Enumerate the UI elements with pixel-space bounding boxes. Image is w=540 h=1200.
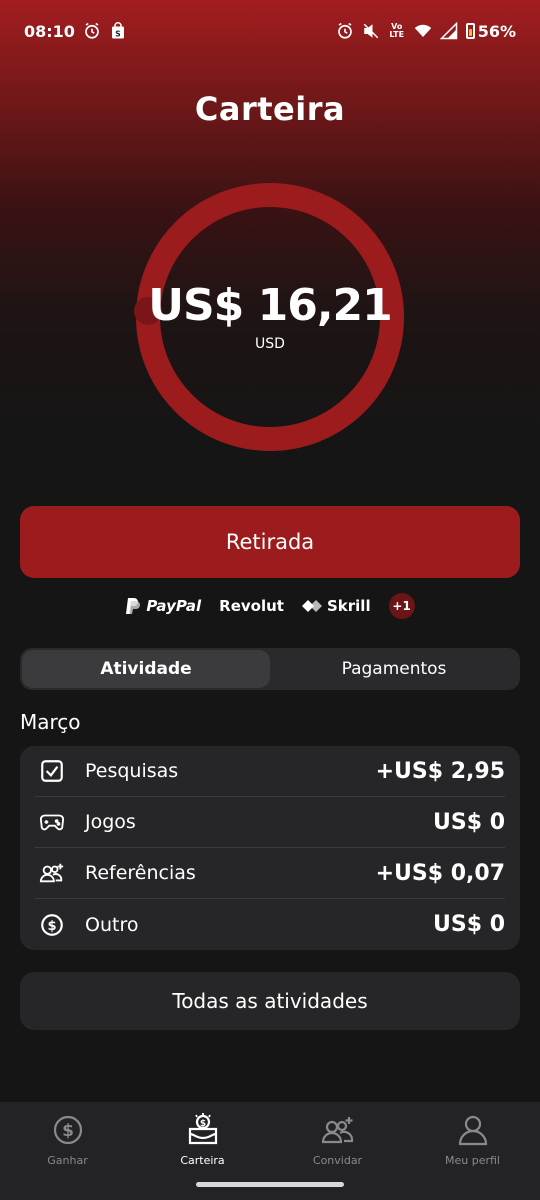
nav-earn[interactable]: $ Ganhar bbox=[0, 1102, 135, 1200]
battery-percent: 56% bbox=[477, 21, 516, 41]
provider-paypal: PayPal bbox=[125, 597, 201, 615]
balance-amount: US$ 16,21 bbox=[148, 280, 393, 331]
activity-list: Pesquisas +US$ 2,95 Jogos US$ 0 Referênc… bbox=[20, 746, 520, 950]
activity-value: +US$ 2,95 bbox=[375, 758, 505, 784]
activity-value: +US$ 0,07 bbox=[375, 860, 505, 886]
nav-label: Carteira bbox=[180, 1154, 225, 1167]
user-icon bbox=[455, 1112, 491, 1148]
payment-providers: PayPal Revolut Skrill +1 bbox=[0, 592, 540, 620]
provider-paypal-label: PayPal bbox=[146, 597, 202, 615]
activity-value: US$ 0 bbox=[433, 809, 505, 835]
all-activities-button[interactable]: Todas as atividades bbox=[20, 972, 520, 1030]
month-heading: Março bbox=[20, 710, 81, 734]
activity-label: Jogos bbox=[85, 811, 136, 833]
svg-text:$: $ bbox=[47, 918, 56, 933]
activity-label: Referências bbox=[85, 862, 196, 884]
nav-label: Meu perfil bbox=[445, 1154, 500, 1167]
dollar-coin-icon: $ bbox=[35, 908, 69, 942]
provider-skrill: Skrill bbox=[301, 597, 371, 615]
add-users-icon bbox=[320, 1112, 356, 1148]
checkbox-icon bbox=[35, 754, 69, 788]
status-time: 08:10 bbox=[24, 21, 75, 41]
paypal-icon bbox=[126, 598, 141, 614]
battery-indicator: 56% bbox=[465, 21, 516, 41]
provider-revolut-label: Revolut bbox=[219, 597, 284, 615]
page-title: Carteira bbox=[194, 90, 346, 128]
tab-activity[interactable]: Atividade bbox=[22, 650, 270, 688]
activity-row-other[interactable]: $ Outro US$ 0 bbox=[35, 899, 505, 950]
signal-icon bbox=[439, 22, 458, 40]
activity-row-games[interactable]: Jogos US$ 0 bbox=[35, 797, 505, 848]
svg-text:$: $ bbox=[199, 1119, 205, 1129]
activity-value: US$ 0 bbox=[433, 912, 505, 937]
activity-tabs: Atividade Pagamentos bbox=[20, 648, 520, 690]
skrill-icon bbox=[301, 600, 322, 612]
wifi-icon bbox=[414, 22, 432, 40]
svg-text:S: S bbox=[115, 29, 120, 38]
gamepad-icon bbox=[35, 805, 69, 839]
status-bar: 08:10 S Vo LTE 56% bbox=[0, 0, 540, 62]
nav-label: Convidar bbox=[312, 1154, 363, 1167]
home-indicator[interactable] bbox=[196, 1182, 344, 1187]
svg-text:$: $ bbox=[62, 1121, 74, 1141]
balance-ring: US$ 16,21 USD bbox=[133, 180, 407, 454]
dollar-coin-icon: $ bbox=[50, 1112, 86, 1148]
battery-level-fill bbox=[468, 29, 472, 36]
wallet-icon: $ bbox=[185, 1112, 221, 1148]
provider-skrill-label: Skrill bbox=[326, 597, 371, 615]
withdraw-button[interactable]: Retirada bbox=[20, 506, 520, 578]
nav-label: Ganhar bbox=[47, 1154, 88, 1167]
activity-label: Outro bbox=[85, 913, 139, 936]
more-providers-badge[interactable]: +1 bbox=[388, 593, 415, 619]
provider-revolut: Revolut bbox=[219, 597, 284, 615]
balance-currency: USD bbox=[255, 336, 285, 352]
shopping-bag-icon: S bbox=[109, 22, 127, 40]
mute-icon bbox=[362, 22, 380, 40]
tab-payments[interactable]: Pagamentos bbox=[270, 650, 518, 688]
alarm-icon bbox=[336, 22, 354, 40]
activity-row-referrals[interactable]: Referências +US$ 0,07 bbox=[35, 848, 505, 899]
activity-row-surveys[interactable]: Pesquisas +US$ 2,95 bbox=[35, 746, 505, 797]
activity-label: Pesquisas bbox=[85, 760, 179, 782]
add-users-icon bbox=[35, 856, 69, 890]
volte-icon: Vo LTE bbox=[389, 22, 405, 39]
battery-icon bbox=[465, 23, 475, 39]
nav-profile[interactable]: Meu perfil bbox=[405, 1102, 540, 1200]
alarm-icon bbox=[83, 22, 101, 40]
